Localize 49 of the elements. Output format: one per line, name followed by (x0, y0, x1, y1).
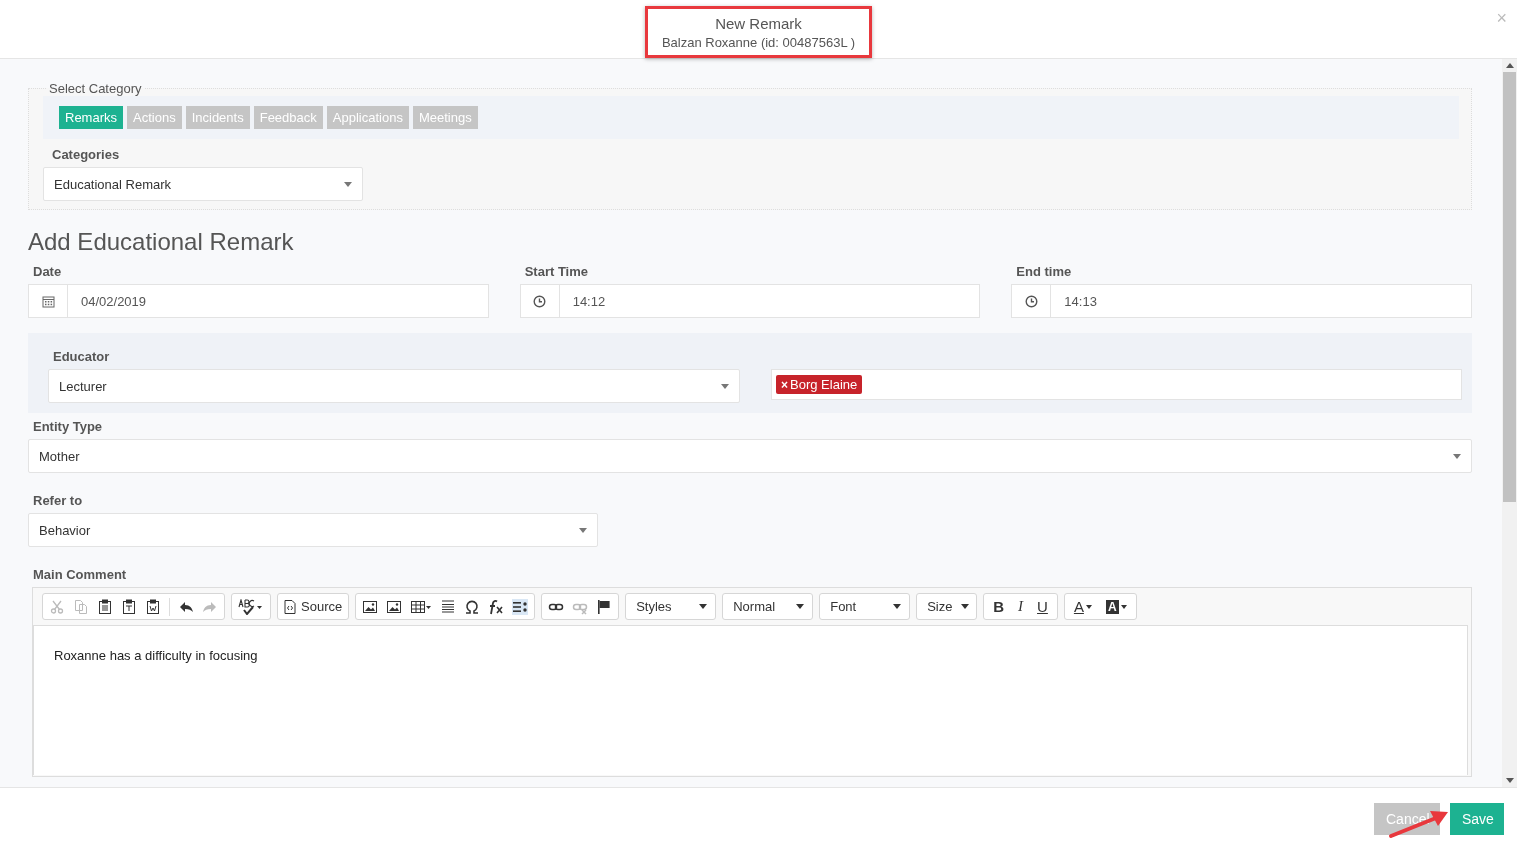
dialog-title: New Remark Balzan Roxanne (id: 00487563L ) (644, 6, 873, 58)
text-color-button[interactable]: A (1070, 598, 1095, 615)
list-icon[interactable] (512, 598, 529, 615)
formula-icon[interactable] (488, 598, 505, 615)
format-dropdown[interactable]: Size (916, 593, 978, 620)
omega-icon[interactable] (464, 598, 481, 615)
italic-button[interactable]: I (1015, 598, 1027, 615)
field-label: Educator (53, 349, 111, 364)
clock-icon (533, 294, 547, 308)
clock-icon (1024, 294, 1038, 308)
category-legend: Select Category (47, 81, 144, 96)
refer-to-select[interactable]: Behavior (28, 513, 598, 547)
date-field[interactable]: 04/02/2019 (28, 284, 489, 318)
field-label: Main Comment (33, 567, 128, 582)
document-icon (284, 599, 296, 614)
remove-tag-button[interactable]: × (781, 377, 788, 392)
tag-label: Borg Elaine (790, 377, 858, 392)
format-dropdown[interactable]: Styles (625, 593, 717, 620)
image-icon[interactable] (386, 598, 403, 615)
field-label: Date (33, 264, 63, 279)
format-dropdown[interactable]: Normal (722, 593, 814, 620)
field-label: Start Time (524, 264, 589, 279)
flag-icon[interactable] (596, 598, 613, 615)
spellcheck-icon[interactable] (238, 598, 264, 615)
time-field[interactable]: 14:12 (519, 284, 981, 318)
educator-tags-field[interactable]: ×Borg Elaine (771, 369, 1462, 400)
field-label: Categories (52, 147, 121, 162)
categories-select[interactable]: Educational Remark (43, 167, 363, 201)
paste-word-icon[interactable] (145, 598, 161, 615)
source-button[interactable]: Source (277, 593, 350, 620)
form-heading: Add Educational Remark (28, 228, 295, 256)
field-label: Refer to (33, 493, 84, 508)
editor-content[interactable]: Roxanne has a difficulty in focusing (33, 625, 1468, 775)
field-label: Entity Type (33, 419, 104, 434)
calendar-icon (41, 294, 55, 308)
paste-icon[interactable] (97, 598, 113, 615)
horizontal-line-icon[interactable] (440, 598, 457, 615)
scrollbar[interactable] (1502, 59, 1517, 787)
entity-type-select[interactable]: Mother (28, 439, 1472, 473)
table-icon[interactable] (410, 598, 433, 615)
bold-button[interactable]: B (990, 598, 1008, 615)
time-field[interactable]: 14:13 (1011, 284, 1472, 318)
underline-button[interactable]: U (1034, 598, 1051, 615)
educator-select[interactable]: Lecturer (48, 369, 740, 403)
image-icon[interactable] (362, 598, 379, 615)
paste-text-icon[interactable] (121, 598, 137, 615)
comment-text: Roxanne has a difficulty in focusing (54, 648, 258, 663)
format-dropdown[interactable]: Font (819, 593, 911, 620)
field-label: End time (1016, 264, 1073, 279)
